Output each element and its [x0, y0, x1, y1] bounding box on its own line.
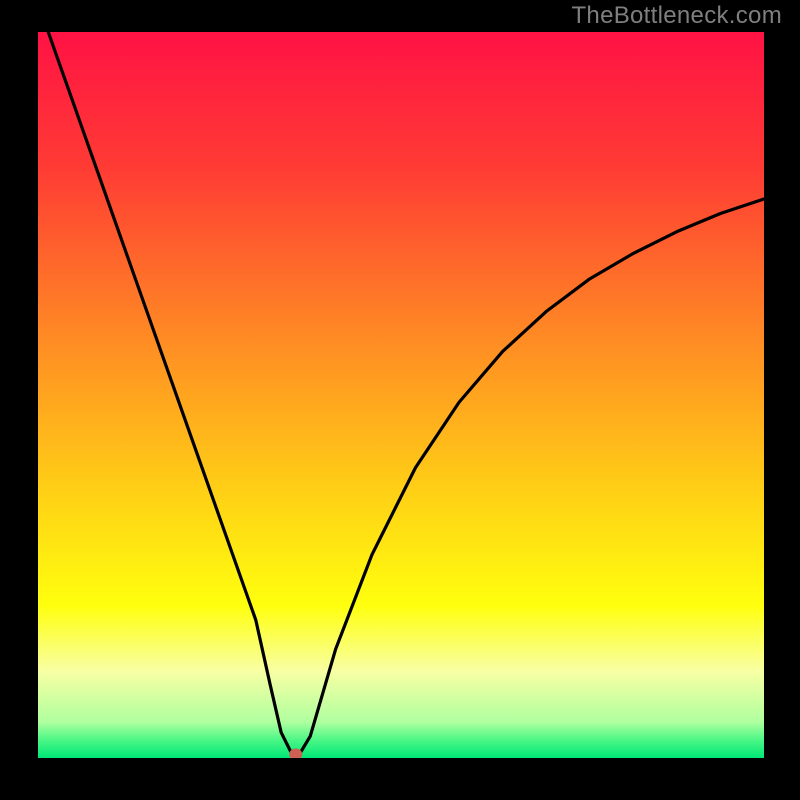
- plot-area: [38, 32, 764, 758]
- gradient-rect: [38, 32, 764, 758]
- watermark-text: TheBottleneck.com: [571, 2, 782, 30]
- chart-container: TheBottleneck.com: [0, 0, 800, 800]
- gradient-background: [38, 32, 764, 758]
